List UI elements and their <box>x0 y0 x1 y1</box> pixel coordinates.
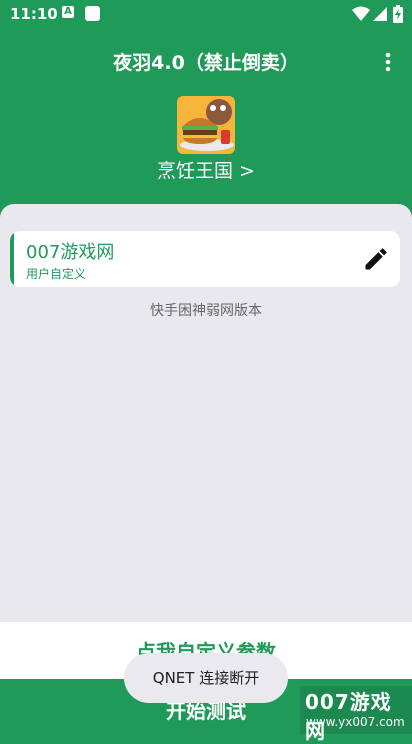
app-bar: 夜羽4.0（禁止倒卖） <box>0 40 412 80</box>
config-name: 007游戏网 <box>26 242 115 263</box>
square-app-icon <box>85 6 100 21</box>
more-vert-icon[interactable] <box>376 50 400 74</box>
wifi-icon <box>352 6 370 21</box>
pencil-icon[interactable] <box>362 245 390 273</box>
config-subtitle: 用户自定义 <box>26 267 87 281</box>
a-icon: A <box>62 6 74 18</box>
status-bar: 11:10 A <box>0 0 412 28</box>
signal-icon <box>373 7 387 21</box>
game-name-link[interactable]: 烹饪王国 > <box>0 156 412 183</box>
status-time: 11:10 <box>10 5 58 23</box>
config-card[interactable]: 007游戏网 用户自定义 <box>10 231 400 287</box>
version-hint: 快手困神弱网版本 <box>150 303 262 319</box>
content-panel: 007游戏网 用户自定义 快手困神弱网版本 <box>0 204 412 622</box>
battery-icon <box>393 5 403 23</box>
app-title: 夜羽4.0（禁止倒卖） <box>113 52 299 74</box>
card-accent-bar <box>10 231 14 287</box>
toast-message: QNET 连接断开 <box>124 653 288 703</box>
watermark-url: www.yx007.com <box>306 715 405 729</box>
burger-game-icon[interactable] <box>177 96 235 154</box>
